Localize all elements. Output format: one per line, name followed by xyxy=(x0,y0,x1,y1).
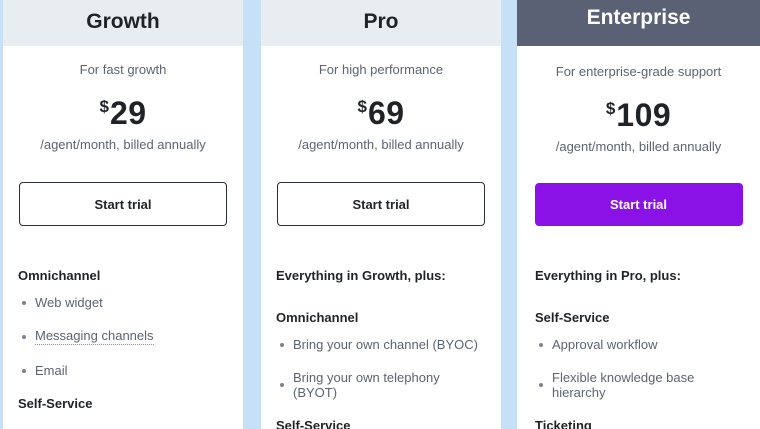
plan-intro: Everything in Pro, plus: xyxy=(535,268,681,283)
list-item: Flexible knowledge base hierarchy xyxy=(535,370,745,400)
plan-name: Pro xyxy=(363,10,399,33)
section-heading: Self-Service xyxy=(276,418,351,429)
bullet-icon xyxy=(22,300,26,305)
plan-card-pro: Pro For high performance $ 69 /agent/mon… xyxy=(261,0,501,429)
plan-name: Growth xyxy=(86,10,160,33)
plan-header: Pro xyxy=(261,0,501,46)
plan-intro: Everything in Growth, plus: xyxy=(276,268,446,283)
price-currency: $ xyxy=(357,97,367,116)
bullet-icon xyxy=(280,342,284,347)
section-heading: Omnichannel xyxy=(276,310,359,325)
plan-price: $ 69 xyxy=(261,95,501,135)
list-item: Web widget xyxy=(18,295,228,310)
feature-list: Everything in Growth, plus: Omnichannel … xyxy=(261,268,501,429)
bullet-icon xyxy=(22,368,26,373)
feature-list: Omnichannel Web widget Messaging channel… xyxy=(3,268,243,411)
list-item: Approval workflow xyxy=(535,337,745,352)
section-heading: Ticketing xyxy=(535,418,592,429)
plan-header: Growth xyxy=(3,0,243,46)
list-item: Email xyxy=(18,363,228,378)
price-amount: 69 xyxy=(367,95,405,131)
plan-card-growth: Growth For fast growth $ 29 /agent/month… xyxy=(3,0,243,429)
price-currency: $ xyxy=(99,97,109,116)
plan-price: $ 29 xyxy=(3,95,243,135)
section-heading: Self-Service xyxy=(18,396,93,411)
billing-period: /agent/month, billed annually xyxy=(40,137,206,152)
list-item: Bring your own telephony (BYOT) xyxy=(276,370,486,400)
bullet-icon xyxy=(280,383,284,387)
section-heading: Self-Service xyxy=(535,310,610,325)
plan-name: Enterprise xyxy=(586,6,691,29)
start-trial-button[interactable]: Start trial xyxy=(277,182,485,226)
list-item: Bring your own channel (BYOC) xyxy=(276,337,486,352)
price-amount: 29 xyxy=(109,95,147,131)
start-trial-button[interactable]: Start trial xyxy=(19,182,227,226)
start-trial-button[interactable]: Start trial xyxy=(534,183,743,226)
plan-price: $ 109 xyxy=(517,97,760,137)
bullet-icon xyxy=(539,383,543,387)
feature-list: Everything in Pro, plus: Self-Service Ap… xyxy=(517,268,760,429)
billing-period: /agent/month, billed annually xyxy=(298,137,464,152)
tooltip-term[interactable]: Messaging channels xyxy=(35,328,154,345)
bullet-icon xyxy=(539,342,543,347)
plan-card-enterprise: Enterprise For enterprise-grade support … xyxy=(517,0,760,429)
plan-tagline: For enterprise-grade support xyxy=(555,64,722,79)
plan-tagline: For fast growth xyxy=(79,62,167,77)
section-heading: Omnichannel xyxy=(18,268,101,283)
plan-header: Enterprise xyxy=(517,0,760,46)
billing-period: /agent/month, billed annually xyxy=(555,139,722,154)
price-amount: 109 xyxy=(616,97,672,133)
bullet-icon xyxy=(22,334,26,339)
price-currency: $ xyxy=(605,99,616,118)
plan-tagline: For high performance xyxy=(318,62,444,77)
list-item[interactable]: Messaging channels xyxy=(18,328,228,345)
